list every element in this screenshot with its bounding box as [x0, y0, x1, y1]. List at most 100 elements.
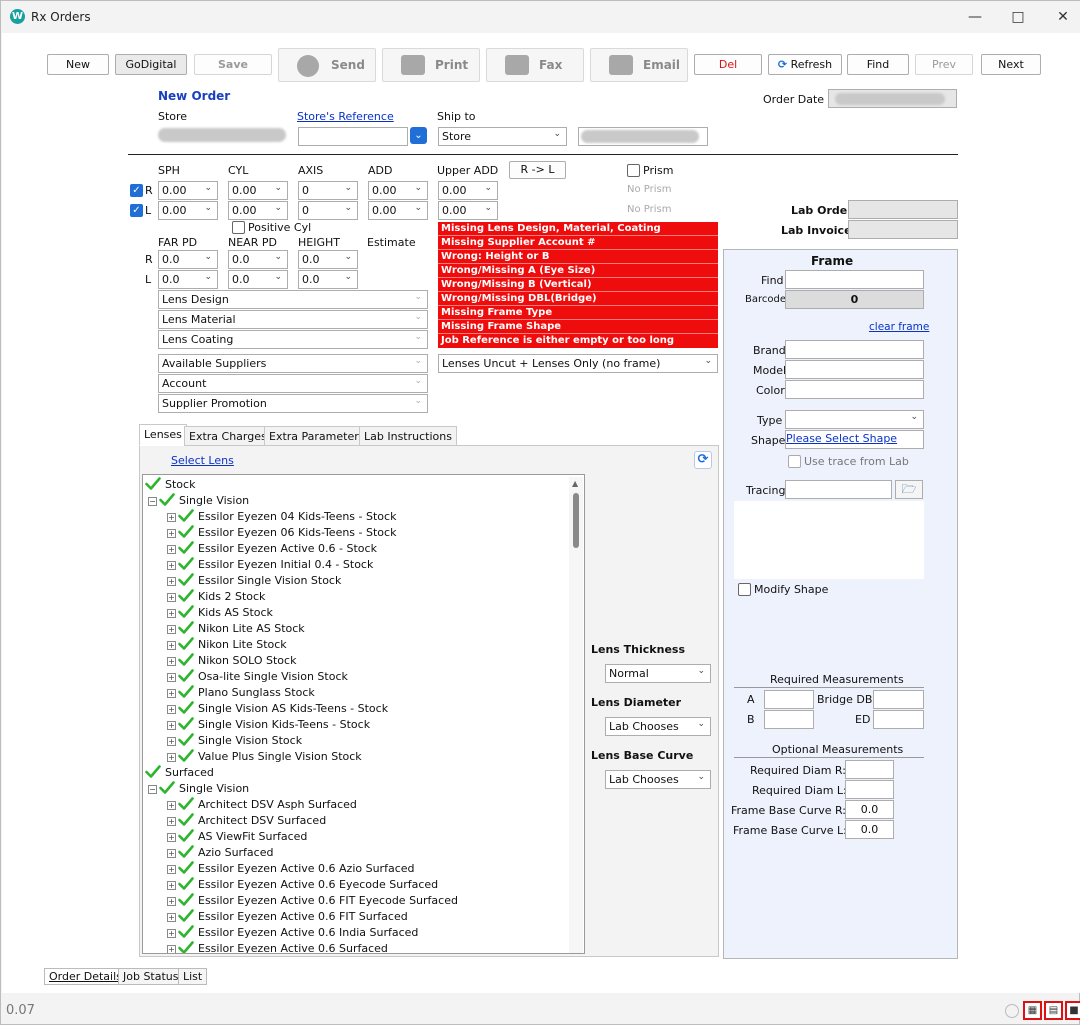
tree-item[interactable]: + Essilor Eyezen Initial 0.4 - Stock [167, 557, 373, 573]
tree-item[interactable]: + Architect DSV Asph Surfaced [167, 797, 357, 813]
expand-icon[interactable]: + [167, 673, 176, 682]
account-select[interactable]: Account ⌄ [158, 374, 428, 393]
lens-material-select[interactable]: Lens Material ⌄ [158, 310, 428, 329]
expand-icon[interactable]: + [167, 849, 176, 858]
tree-subgroup[interactable]: − Single Vision [148, 781, 249, 797]
frame-find-input[interactable] [785, 270, 924, 289]
tree-item[interactable]: + Nikon SOLO Stock [167, 653, 296, 669]
lens-tree[interactable]: Stock − Single Vision + Essilor Eyezen 04 Ki… [142, 474, 585, 954]
chevron-down-icon[interactable]: ⌄ [410, 127, 427, 144]
clear-frame-link[interactable]: clear frame [869, 321, 929, 333]
lens-coating-select[interactable]: Lens Coating ⌄ [158, 330, 428, 349]
expand-icon[interactable]: + [167, 897, 176, 906]
minimize-icon[interactable]: — [965, 7, 985, 27]
right-eye-checkbox[interactable]: ✓ [130, 184, 143, 197]
send-button[interactable]: Send [278, 48, 376, 82]
bridge-input[interactable] [873, 690, 924, 709]
tree-item[interactable]: + Kids 2 Stock [167, 589, 265, 605]
expand-icon[interactable]: + [167, 881, 176, 890]
tree-item[interactable]: + Essilor Eyezen Active 0.6 Surfaced [167, 941, 388, 953]
tree-group[interactable]: Surfaced [145, 765, 214, 781]
expand-icon[interactable]: + [167, 913, 176, 922]
tree-item[interactable]: + Architect DSV Surfaced [167, 813, 326, 829]
expand-icon[interactable]: + [167, 577, 176, 586]
refresh-icon[interactable]: ⟳ [694, 451, 712, 469]
select-lens-link[interactable]: Select Lens [171, 454, 234, 467]
lens-thickness-select[interactable]: Normal ⌄ [605, 664, 711, 683]
email-button[interactable]: Email [590, 48, 688, 82]
maximize-icon[interactable]: □ [1008, 7, 1028, 27]
r-near-pd-select[interactable]: 0.0 ⌄ [228, 250, 288, 269]
tree-item[interactable]: + Essilor Eyezen Active 0.6 Azio Surfaced [167, 861, 415, 877]
tree-item[interactable]: + Essilor Eyezen 06 Kids-Teens - Stock [167, 525, 396, 541]
new-button[interactable]: New [47, 54, 109, 75]
lens-design-select[interactable]: Lens Design ⌄ [158, 290, 428, 309]
ed-input[interactable] [873, 710, 924, 729]
godigital-button[interactable]: GoDigital [115, 54, 187, 75]
model-input[interactable] [785, 360, 924, 379]
r-cyl-select[interactable]: 0.00 ⌄ [228, 181, 288, 200]
tree-scrollbar[interactable]: ▲ [569, 477, 583, 953]
r-height-select[interactable]: 0.0 ⌄ [298, 250, 358, 269]
diam-l-input[interactable] [845, 780, 894, 799]
expand-icon[interactable]: + [167, 929, 176, 938]
l-height-select[interactable]: 0.0 ⌄ [298, 270, 358, 289]
tree-item[interactable]: + AS ViewFit Surfaced [167, 829, 307, 845]
tree-subgroup[interactable]: − Single Vision [148, 493, 249, 509]
tree-item[interactable]: + Essilor Eyezen Active 0.6 FIT Eyecode S… [167, 893, 458, 909]
tree-item[interactable]: + Essilor Eyezen Active 0.6 India Surface… [167, 925, 418, 941]
brand-input[interactable] [785, 340, 924, 359]
l-axis-select[interactable]: 0 ⌄ [298, 201, 358, 220]
l-add-select[interactable]: 0.00 ⌄ [368, 201, 428, 220]
expand-icon[interactable]: + [167, 609, 176, 618]
tab-extra-charges[interactable]: Extra Charges [184, 426, 272, 446]
expand-icon[interactable]: + [167, 817, 176, 826]
left-eye-checkbox[interactable]: ✓ [130, 204, 143, 217]
expand-icon[interactable]: + [167, 689, 176, 698]
tree-item[interactable]: + Kids AS Stock [167, 605, 273, 621]
expand-icon[interactable]: + [167, 833, 176, 842]
tree-item[interactable]: + Azio Surfaced [167, 845, 273, 861]
diam-r-input[interactable] [845, 760, 894, 779]
collapse-icon[interactable]: − [148, 497, 157, 506]
fbc-r-input[interactable]: 0.0 [845, 800, 894, 819]
tab-lab-instructions[interactable]: Lab Instructions [359, 426, 457, 446]
r-far-pd-select[interactable]: 0.0 ⌄ [158, 250, 218, 269]
tree-item[interactable]: + Essilor Eyezen 04 Kids-Teens - Stock [167, 509, 396, 525]
scrollbar-thumb[interactable] [573, 493, 579, 548]
tree-item[interactable]: + Essilor Single Vision Stock [167, 573, 341, 589]
tab-job-status[interactable]: Job Status [118, 968, 184, 985]
r-add-select[interactable]: 0.00 ⌄ [368, 181, 428, 200]
tree-item[interactable]: + Single Vision Kids-Teens - Stock [167, 717, 370, 733]
store-reference-input[interactable] [298, 127, 408, 146]
tree-item[interactable]: + Single Vision AS Kids-Teens - Stock [167, 701, 388, 717]
modify-shape-checkbox[interactable] [738, 583, 751, 596]
l-near-pd-select[interactable]: 0.0 ⌄ [228, 270, 288, 289]
barcode-scanner-icon[interactable]: ▦ [1023, 1001, 1042, 1020]
prev-button[interactable]: Prev [915, 54, 973, 75]
store-reference-link[interactable]: Store's Reference [297, 110, 394, 123]
expand-icon[interactable]: + [167, 593, 176, 602]
tree-item[interactable]: + Essilor Eyezen Active 0.6 FIT Surfaced [167, 909, 408, 925]
find-button[interactable]: Find [847, 54, 909, 75]
order-date-field[interactable] [828, 89, 957, 108]
expand-icon[interactable]: + [167, 737, 176, 746]
expand-icon[interactable]: + [167, 657, 176, 666]
prism-checkbox[interactable] [627, 164, 640, 177]
card-reader-icon[interactable]: ▤ [1044, 1001, 1063, 1020]
supplier-promotion-select[interactable]: Supplier Promotion ⌄ [158, 394, 428, 413]
l-far-pd-select[interactable]: 0.0 ⌄ [158, 270, 218, 289]
device-icon[interactable]: ■ [1065, 1001, 1080, 1020]
delete-button[interactable]: Del [694, 54, 762, 75]
expand-icon[interactable]: + [167, 753, 176, 762]
tab-order-details[interactable]: Order Details [44, 968, 127, 985]
a-input[interactable] [764, 690, 814, 709]
expand-icon[interactable]: + [167, 641, 176, 650]
tree-item[interactable]: + Plano Sunglass Stock [167, 685, 315, 701]
save-button[interactable]: Save [194, 54, 272, 75]
expand-icon[interactable]: + [167, 625, 176, 634]
tree-item[interactable]: + Nikon Lite Stock [167, 637, 287, 653]
tab-lenses[interactable]: Lenses [139, 424, 187, 446]
expand-icon[interactable]: + [167, 801, 176, 810]
ship-to-address-select[interactable] [578, 127, 708, 146]
